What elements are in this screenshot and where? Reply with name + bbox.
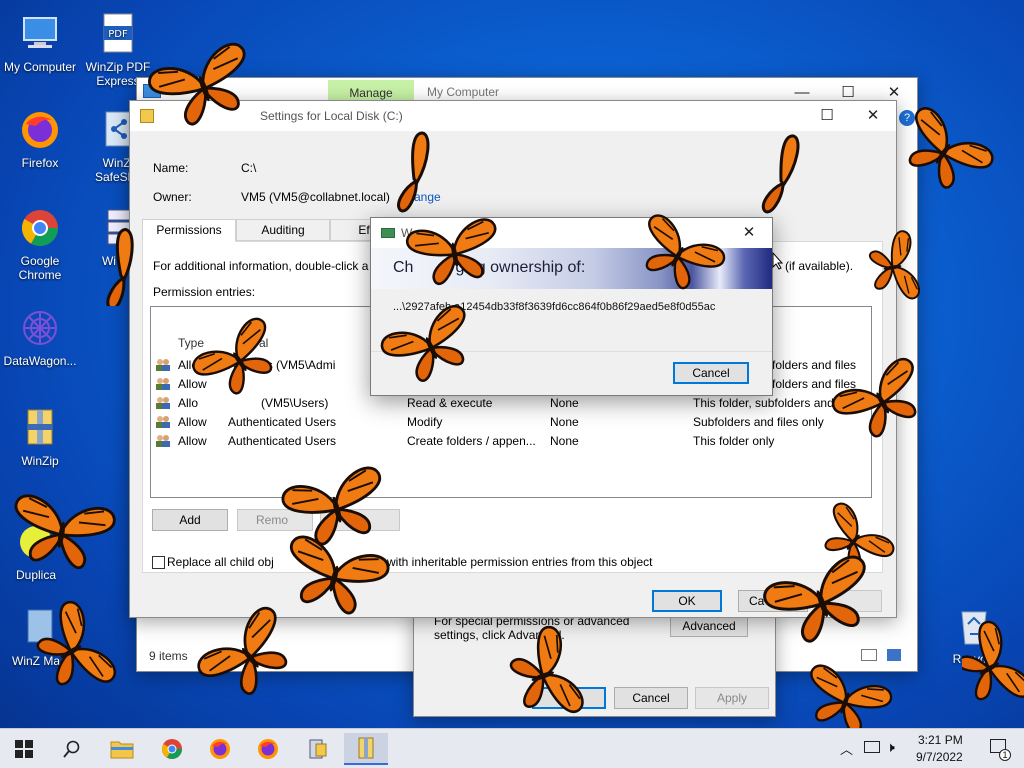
entry-inherited-from: None [550,434,579,448]
search-icon [63,740,80,758]
firefox-icon [210,739,230,759]
add-button[interactable]: Add [152,509,228,531]
chevron-up-icon[interactable]: ︿ [840,739,853,758]
butterfly-graphic [865,229,922,306]
butterfly-graphic [188,313,288,408]
entry-inherited-from: None [550,415,579,429]
taskbar-server-manager[interactable] [296,733,340,765]
entry-applies-to: This folder only [693,434,775,448]
entry-access: Create folders / appen... [407,434,536,448]
datawagon-icon [18,306,62,350]
entry-applies-to: This folder, subfolders and fil [693,396,846,410]
desktop-icon-google-chrome[interactable]: Google Chrome [0,206,80,282]
system-tray: ︿ 🕨 3:21 PM 9/7/2022 1 [836,729,1024,768]
entry-access: Modify [407,415,443,429]
taskbar-firefox[interactable] [198,733,242,765]
status-item-count: 9 items [149,649,188,663]
network-icon[interactable] [864,741,880,753]
replace-child-permissions-checkbox[interactable] [152,556,165,569]
cancel-button[interactable]: Cancel [673,362,749,384]
taskbar-firefox-2[interactable] [246,733,290,765]
replace-child-permissions-label-tail: es with inheritable permission entries f… [371,555,653,569]
security-icon [381,228,395,238]
butterfly-graphic [192,602,306,710]
desktop-icon-label: DataWagon... [3,354,77,368]
maximize-button[interactable]: ☐ [804,101,850,131]
users-icon [155,358,171,372]
winzip-icon [358,737,374,759]
replace-child-permissions-label: Replace all child obj [167,555,274,569]
butterfly-graphic [756,132,806,216]
permissions-info-tail: (if available). [785,259,854,273]
users-icon [155,396,171,410]
name-label: Name: [153,161,189,175]
butterfly-graphic [796,661,895,730]
tab-permissions[interactable]: Permissions [142,219,236,242]
owner-value: VM5 (VM5@collabnet.local) [241,190,390,204]
server-manager-icon [309,739,327,759]
table-row[interactable]: Allow Authenticated Users Create folders… [151,432,871,451]
entry-type: Allow [178,415,207,429]
butterfly-graphic [890,102,998,203]
desktop-icon-label: My Computer [3,60,77,74]
folder-icon [110,741,134,759]
desktop-icon-label: WinZip [21,454,59,468]
users-icon [155,434,171,448]
computer-icon [18,12,62,56]
taskbar: ︿ 🕨 3:21 PM 9/7/2022 1 [0,728,1024,768]
chrome-icon [18,206,62,250]
butterfly-graphic [962,617,1024,719]
butterfly-graphic [98,226,141,306]
butterfly-graphic [759,551,884,653]
cancel-button[interactable]: Cancel [614,687,688,709]
tab-auditing[interactable]: Auditing [236,219,330,241]
taskbar-chrome[interactable] [150,733,194,765]
clock-time[interactable]: 3:21 PM [918,733,963,747]
desktop-icon-winzip[interactable]: WinZip [0,406,80,468]
volume-icon[interactable]: 🕨 [886,739,895,756]
advanced-button[interactable]: Advanced [670,615,748,637]
taskbar-file-explorer[interactable] [100,733,144,765]
window-title: My Computer [427,85,500,99]
firefox-icon [258,739,278,759]
svg-text:PDF: PDF [108,29,128,40]
users-icon [155,415,171,429]
butterfly-graphic [828,353,936,450]
entry-inherited-from: None [550,396,579,410]
table-row[interactable]: Allow Authenticated Users Modify None Su… [151,413,871,432]
start-button[interactable] [2,733,46,765]
butterfly-graphic [627,210,729,301]
windows-logo-icon [15,740,33,758]
butterfly-graphic [377,301,485,393]
desktop-icon-label: Google Chrome [18,254,62,282]
winzip-icon [18,406,62,450]
mouse-cursor-icon [772,252,784,270]
butterfly-graphic [144,39,263,135]
search-button[interactable] [50,733,94,765]
entry-applies-to: Subfolders and files only [693,415,824,429]
entry-type: Allow [178,434,207,448]
permissions-info-text: For additional information, double-click… [153,259,369,273]
owner-label: Owner: [153,190,192,204]
desktop-icon-my-computer[interactable]: My Computer [0,12,80,74]
pdf-icon: PDF [96,12,140,56]
users-icon [155,377,171,391]
firefox-icon [18,108,62,152]
permission-entries-label: Permission entries: [153,285,256,299]
clock-date[interactable]: 9/7/2022 [916,750,963,764]
chrome-icon [162,739,182,759]
entry-principal: Authenticated Users [228,415,337,429]
apply-button[interactable]: Apply [695,687,769,709]
butterfly-graphic [24,597,121,705]
desktop-icon-label: Firefox [21,156,59,170]
butterfly-graphic [5,492,118,574]
window-title: Settings for Local Disk (C:) [260,109,403,123]
name-value: C:\ [241,161,257,175]
desktop-icon-firefox[interactable]: Firefox [0,108,80,170]
taskbar-winzip[interactable] [344,733,388,765]
desktop-icon-datawagon[interactable]: DataWagon... [0,306,80,368]
notification-count-badge: 1 [999,749,1011,761]
butterfly-graphic [501,622,587,729]
ok-button[interactable]: OK [652,590,722,612]
